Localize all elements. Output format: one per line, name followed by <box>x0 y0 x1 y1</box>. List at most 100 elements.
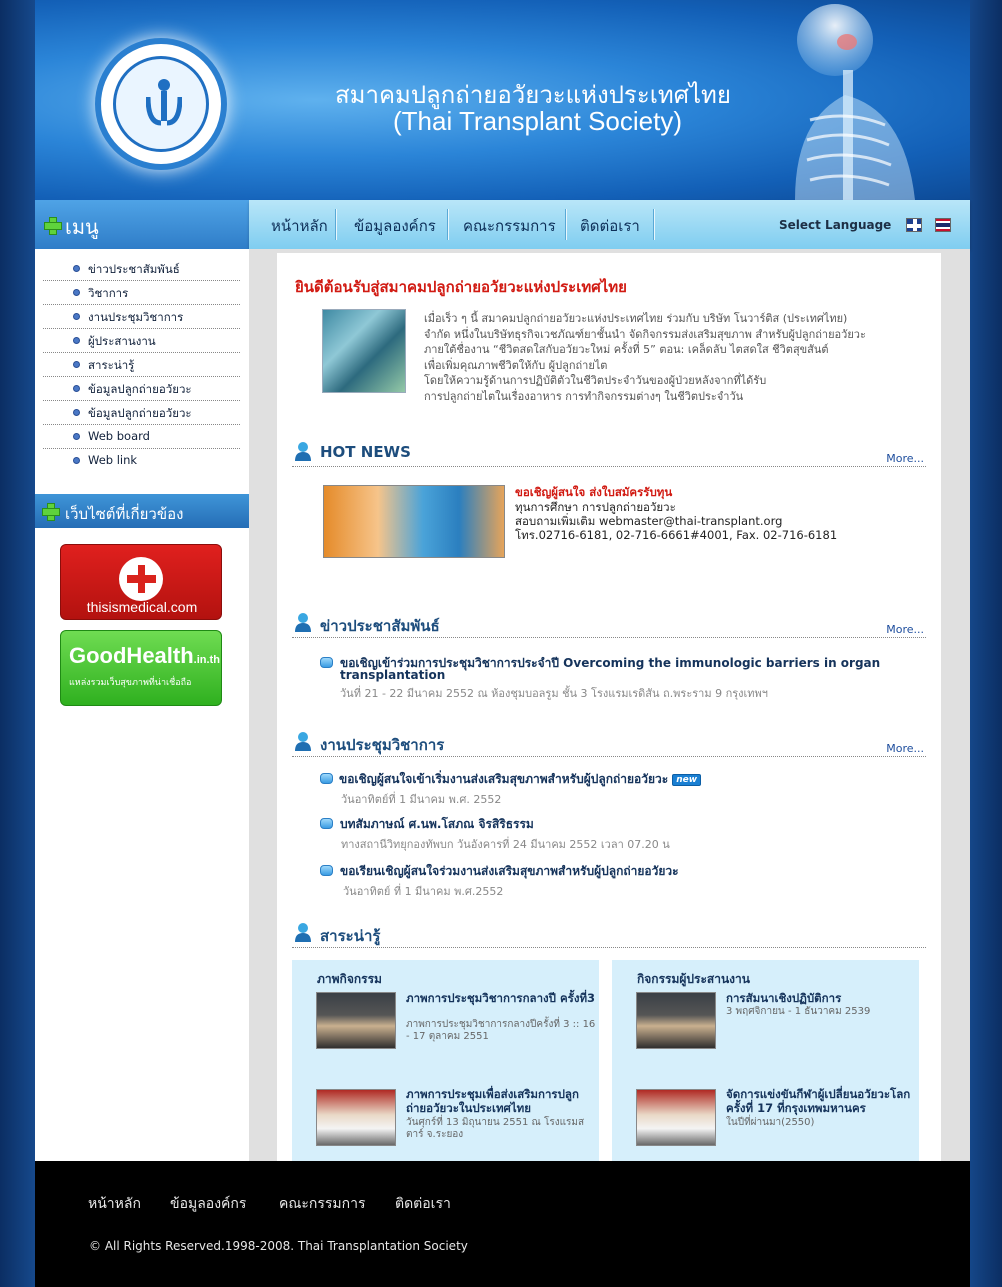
sidebar-item-coordinator[interactable]: ผู้ประสานงาน <box>43 329 240 353</box>
surgery-photo <box>322 309 406 393</box>
box-item-subtitle: ในปีที่ผ่านมา(2550) <box>726 1117 815 1128</box>
logo-figure-icon <box>146 79 182 126</box>
activity-photos-box: ภาพกิจกรรม ภาพการประชุมวิชาการกลางปี ครั… <box>292 960 599 1161</box>
bullet-icon <box>73 265 80 272</box>
new-badge: new <box>672 774 702 786</box>
goodhealth-title: GoodHealth.in.th <box>69 643 220 669</box>
footer-link-contact[interactable]: ติดต่อเรา <box>395 1193 451 1215</box>
sidebar-item-transplant-data-1[interactable]: ข้อมูลปลูกถ่ายอวัยวะ <box>43 377 240 401</box>
skeleton-illustration <box>795 4 915 200</box>
sidebar-item-knowledge[interactable]: สาระน่ารู้ <box>43 353 240 377</box>
sidebar-menu: ข่าวประชาสัมพันธ์ วิชาการ งานประชุมวิชาก… <box>43 257 240 473</box>
bullet-icon <box>73 409 80 416</box>
welcome-line: โดยให้ความรู้ด้านการปฏิบัติตัวในชีวิตประ… <box>424 374 767 387</box>
goodhealth-banner[interactable]: GoodHealth.in.th แหล่งรวมเว็บสุขภาพที่น่… <box>60 630 222 706</box>
footer-link-home[interactable]: หน้าหลัก <box>88 1193 141 1215</box>
coordinator-activity-title: กิจกรรมผู้ประสานงาน <box>637 972 750 986</box>
hot-news-line: โทร.02716-6181, 02-716-6661#4001, Fax. 0… <box>515 528 838 542</box>
welcome-title: ยินดีต้อนรับสู่สมาคมปลูกถ่ายอวัยวะแห่งปร… <box>295 278 627 296</box>
seminar-photo[interactable] <box>636 992 716 1049</box>
welcome-line: เมื่อเร็ว ๆ นี้ สมาคมปลูกถ่ายอวัยวะแห่งป… <box>424 312 848 325</box>
sidebar-item-label: Web board <box>88 429 150 443</box>
sidebar-item-web-link[interactable]: Web link <box>43 449 240 473</box>
welcome-text: เมื่อเร็ว ๆ นี้ สมาคมปลูกถ่ายอวัยวะแห่งป… <box>424 311 894 404</box>
sidebar-item-label: ข่าวประชาสัมพันธ์ <box>88 262 180 276</box>
plus-icon <box>42 503 60 521</box>
nav-about[interactable]: ข้อมูลองค์กร <box>354 214 436 236</box>
speech-bubble-icon <box>320 773 333 784</box>
pr-news-item-title-cont[interactable]: transplantation <box>340 668 445 682</box>
sidebar-item-pr-news[interactable]: ข่าวประชาสัมพันธ์ <box>43 257 240 281</box>
medical-cross-icon <box>127 575 156 583</box>
sidebar: ข่าวประชาสัมพันธ์ วิชาการ งานประชุมวิชาก… <box>35 249 249 1161</box>
box-item-title[interactable]: ภาพการประชุมวิชาการกลางปี ครั้งที่3 <box>406 991 596 1005</box>
welcome-line: เพื่อเพิ่มคุณภาพชีวิตให้กับ ผู้ปลูกถ่ายไ… <box>424 358 608 372</box>
games-photo[interactable] <box>636 1089 716 1146</box>
nav-divider <box>335 209 336 240</box>
bullet-icon <box>73 289 80 296</box>
box-item-title[interactable]: ภาพการประชุมเพื่อส่งเสริมการปลูกถ่ายอวัย… <box>406 1087 596 1115</box>
pr-news-more-link[interactable]: More... <box>886 623 924 636</box>
bullet-icon <box>73 385 80 392</box>
sidebar-item-label: ผู้ประสานงาน <box>88 334 156 348</box>
thisismedical-banner[interactable]: thisismedical.com <box>60 544 222 620</box>
flag-uk-icon[interactable] <box>906 218 922 232</box>
conference-more-link[interactable]: More... <box>886 742 924 755</box>
box-item-title[interactable]: การสัมนาเชิงปฏิบัติการ <box>726 991 916 1005</box>
nav-home[interactable]: หน้าหลัก <box>271 214 328 236</box>
menu-header-label: เมนู <box>65 215 99 239</box>
sidebar-item-conference[interactable]: งานประชุมวิชาการ <box>43 305 240 329</box>
plus-icon <box>44 217 62 235</box>
related-sites-header: เว็บไซต์ที่เกี่ยวข้อง <box>35 494 249 528</box>
welcome-line: การปลูกถ่ายไตในเรื่องอาหาร การทำกิจกรรมต… <box>424 389 744 403</box>
nav-divider <box>447 209 448 240</box>
bullet-icon <box>73 313 80 320</box>
flag-thailand-icon[interactable] <box>935 218 951 232</box>
conference-photo[interactable] <box>316 992 396 1049</box>
box-item-subtitle: 3 พฤศจิกายน - 1 ธันวาคม 2539 <box>726 1006 871 1017</box>
sidebar-item-label: ข้อมูลปลูกถ่ายอวัยวะ <box>88 382 192 396</box>
nav-committee[interactable]: คณะกรรมการ <box>463 214 556 236</box>
welcome-line: ภายใต้ชื่องาน “ชีวิตสดใสกับอวัยวะใหม่ คร… <box>424 343 829 356</box>
box-item-subtitle: วันศุกร์ที่ 13 มิถุนายน 2551 ณ โรงแรมสตา… <box>406 1117 585 1140</box>
nav-divider <box>565 209 566 240</box>
related-sites-label: เว็บไซต์ที่เกี่ยวข้อง <box>65 505 184 523</box>
logo-seal <box>113 56 209 152</box>
footer-link-about[interactable]: ข้อมูลองค์กร <box>170 1193 246 1215</box>
society-logo[interactable] <box>95 38 227 170</box>
thisismedical-text: thisismedical.com <box>86 599 198 615</box>
sidebar-item-transplant-data-2[interactable]: ข้อมูลปลูกถ่ายอวัยวะ <box>43 401 240 425</box>
sidebar-item-academic[interactable]: วิชาการ <box>43 281 240 305</box>
bullet-icon <box>73 433 80 440</box>
person-icon <box>295 442 311 461</box>
meeting-photo[interactable] <box>316 1089 396 1146</box>
scholarship-photo[interactable] <box>323 485 505 558</box>
footer-link-committee[interactable]: คณะกรรมการ <box>279 1193 365 1215</box>
activity-photos-title: ภาพกิจกรรม <box>317 972 382 986</box>
bullet-icon <box>73 337 80 344</box>
conference-item-title[interactable]: ขอเชิญผู้สนใจเข้าเริ่มงานส่งเสริมสุขภาพส… <box>339 770 702 789</box>
conference-header: งานประชุมวิชาการ More... <box>292 729 926 757</box>
person-icon <box>295 732 311 751</box>
nav-contact[interactable]: ติดต่อเรา <box>580 214 640 236</box>
conference-item-title[interactable]: ขอเรียนเชิญผู้สนใจร่วมงานส่งเสริมสุขภาพส… <box>340 862 679 881</box>
bullet-icon <box>73 457 80 464</box>
box-item-subtitle: ภาพการประชุมวิชาการกลางปีครั้งที่ 3 :: 1… <box>406 1019 596 1042</box>
conference-item-title[interactable]: บทสัมภาษณ์ ศ.นพ.โสภณ จิรสิริธรรม <box>340 815 534 834</box>
person-icon <box>295 613 311 632</box>
main-content: ยินดีต้อนรับสู่สมาคมปลูกถ่ายอวัยวะแห่งปร… <box>277 253 941 1161</box>
conference-item-date: วันอาทิตย์ที่ 1 มีนาคม พ.ศ. 2552 <box>341 793 502 806</box>
page: สมาคมปลูกถ่ายอวัยวะแห่งประเทศไทย (Thai T… <box>35 0 970 1287</box>
sidebar-item-web-board[interactable]: Web board <box>43 425 240 449</box>
goodhealth-name: GoodHealth <box>69 643 194 668</box>
speech-bubble-icon <box>320 818 333 829</box>
conference-item-date: ทางสถานีวิทยุกองทัพบก วันอังคารที่ 24 มี… <box>341 838 670 851</box>
person-icon <box>295 923 311 942</box>
hot-news-more-link[interactable]: More... <box>886 452 924 465</box>
goodhealth-subtitle: แหล่งรวมเว็บสุขภาพที่น่าเชื่อถือ <box>69 678 192 688</box>
hot-news-header: HOT NEWS More... <box>292 439 926 467</box>
goodhealth-suffix: .in.th <box>193 654 220 666</box>
box-item-title[interactable]: จัดการแข่งขันกีฬาผู้เปลี่ยนอวัยวะโลก ครั… <box>726 1087 916 1115</box>
speech-bubble-icon <box>320 865 333 876</box>
hot-news-title: HOT NEWS <box>320 443 411 461</box>
